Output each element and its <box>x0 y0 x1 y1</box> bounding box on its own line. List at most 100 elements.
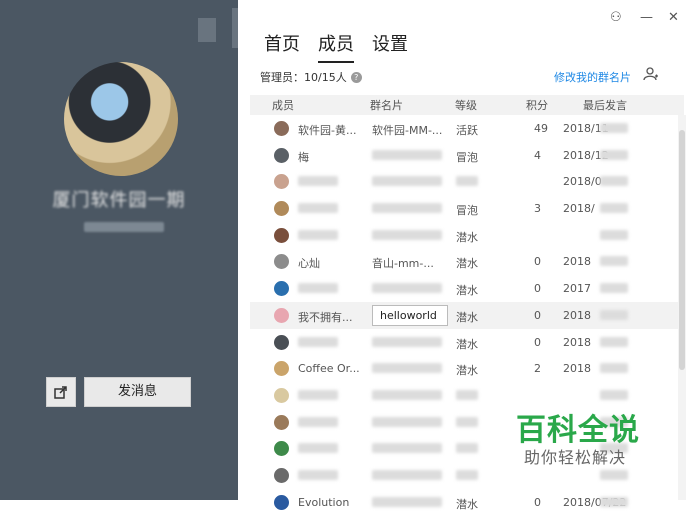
member-level-redacted <box>456 176 478 187</box>
tab-members[interactable]: 成员 <box>318 30 354 63</box>
member-avatar[interactable] <box>274 281 289 297</box>
member-name: 我不拥有... <box>298 310 353 324</box>
member-points: 0 <box>534 255 541 269</box>
member-points: 2 <box>534 362 541 376</box>
member-avatar[interactable] <box>274 227 289 243</box>
member-avatar[interactable] <box>274 121 289 136</box>
member-level: 潜水 <box>456 364 478 378</box>
member-avatar[interactable] <box>274 147 289 163</box>
table-row[interactable]: 我不拥有... helloworld 潜水 0 2018 <box>250 301 678 329</box>
scrollbar-thumb[interactable] <box>679 130 685 370</box>
table-row[interactable]: 软件园-黄... 软件园-MM-... 活跃 49 2018/11 <box>250 115 678 142</box>
last-speak-redacted <box>600 283 628 294</box>
admin-count: 管理员：10/15人 ? <box>260 69 362 85</box>
member-name-redacted <box>298 176 338 187</box>
member-name-redacted <box>298 203 338 214</box>
member-table-header: 成员 群名片 等级 积分 最后发言 <box>250 95 684 115</box>
watermark-title: 百科全说 <box>516 413 640 448</box>
minimize-button[interactable]: — <box>640 10 653 25</box>
member-name-redacted <box>298 229 338 240</box>
last-speak-redacted <box>600 256 628 267</box>
member-card-redacted <box>372 203 442 214</box>
member-level: 活跃 <box>456 124 478 137</box>
member-avatar[interactable] <box>274 387 289 403</box>
member-name-redacted <box>298 389 338 400</box>
member-card-redacted <box>372 389 442 400</box>
member-card-redacted <box>372 363 442 374</box>
member-level-redacted <box>456 469 478 480</box>
last-speak-redacted <box>600 176 628 187</box>
table-row[interactable]: 心灿 音山-mm-... 潜水 0 2018 <box>250 248 678 275</box>
table-row[interactable]: 梅冒泡 4 2018/12 <box>250 142 678 169</box>
member-name-redacted <box>298 283 338 294</box>
edit-my-card-link[interactable]: 修改我的群名片 <box>554 69 631 85</box>
table-row[interactable]: Coffee Or... 潜水 2 2018 <box>250 355 678 382</box>
group-number <box>84 222 164 232</box>
group-name: 厦门软件园一期 <box>52 190 186 211</box>
table-row[interactable]: Evolution 潜水 0 2018/07/22 <box>250 489 678 515</box>
last-speak-redacted <box>600 469 628 480</box>
member-points: 0 <box>534 282 541 296</box>
member-last-speak: 2018 <box>563 362 591 376</box>
member-level: 冒泡 <box>456 204 478 218</box>
card-edit-input[interactable]: helloworld <box>372 304 448 326</box>
table-row[interactable]: 潜水 0 2018 <box>250 329 678 356</box>
tab-bar: 首页 成员 设置 <box>264 30 408 63</box>
member-last-speak: 2018 <box>563 335 591 349</box>
help-icon[interactable]: ? <box>350 71 362 83</box>
member-points: 0 <box>534 495 541 509</box>
header-last-speak[interactable]: 最后发言 <box>583 97 627 113</box>
member-level: 潜水 <box>456 337 478 351</box>
close-button[interactable]: ✕ <box>668 10 679 25</box>
last-speak-redacted <box>600 496 628 507</box>
member-level: 潜水 <box>456 497 478 511</box>
member-avatar[interactable] <box>274 414 289 430</box>
member-last-speak: 2018/ <box>563 202 595 216</box>
tab-settings[interactable]: 设置 <box>372 30 408 63</box>
member-avatar[interactable] <box>274 334 289 350</box>
member-avatar[interactable] <box>274 174 289 190</box>
member-name-redacted <box>298 443 338 454</box>
header-points[interactable]: 积分 <box>526 97 548 113</box>
last-speak-redacted <box>600 309 628 320</box>
member-card-redacted <box>372 416 442 427</box>
member-avatar[interactable] <box>274 467 289 483</box>
member-name: Coffee Or... <box>298 362 360 376</box>
last-speak-redacted <box>600 389 628 400</box>
send-message-button[interactable]: 发消息 <box>84 377 191 407</box>
member-points: 49 <box>534 122 548 135</box>
header-member[interactable]: 成员 <box>272 97 294 113</box>
member-name-redacted <box>298 469 338 480</box>
last-speak-redacted <box>600 336 628 347</box>
share-button[interactable] <box>46 377 76 407</box>
member-avatar[interactable] <box>274 201 289 217</box>
member-card-redacted <box>372 336 442 347</box>
table-row[interactable]: 潜水 0 2017 <box>250 275 678 302</box>
tab-home[interactable]: 首页 <box>264 30 300 63</box>
table-row[interactable]: 潜水 <box>250 222 678 249</box>
group-profile-panel: 厦门软件园一期 发消息 <box>0 0 238 500</box>
last-speak-redacted <box>600 363 628 374</box>
member-card: 音山-mm-... <box>372 257 434 271</box>
member-points: 3 <box>534 202 541 216</box>
header-level[interactable]: 等级 <box>455 97 477 113</box>
pin-icon[interactable]: ⚇ <box>610 10 622 25</box>
add-member-icon[interactable] <box>643 66 659 82</box>
member-level-redacted <box>456 443 478 454</box>
table-row[interactable]: 2018/0 <box>250 168 678 195</box>
table-row[interactable]: 冒泡 3 2018/ <box>250 195 678 222</box>
member-avatar[interactable] <box>274 307 289 323</box>
group-avatar <box>64 62 178 176</box>
members-panel: 首页 成员 设置 ⚇ — ✕ 管理员：10/15人 ? 修改我的群名片 成员 群… <box>238 0 692 511</box>
member-avatar[interactable] <box>274 361 289 377</box>
last-speak-redacted <box>600 203 628 214</box>
member-points: 0 <box>534 335 541 349</box>
member-last-speak: 2018/0 <box>563 175 602 189</box>
member-level-redacted <box>456 389 478 400</box>
member-avatar[interactable] <box>274 254 289 270</box>
member-level-redacted <box>456 416 478 427</box>
member-card-redacted <box>372 443 442 454</box>
member-avatar[interactable] <box>274 441 289 457</box>
member-avatar[interactable] <box>274 494 289 510</box>
header-card[interactable]: 群名片 <box>370 97 403 113</box>
